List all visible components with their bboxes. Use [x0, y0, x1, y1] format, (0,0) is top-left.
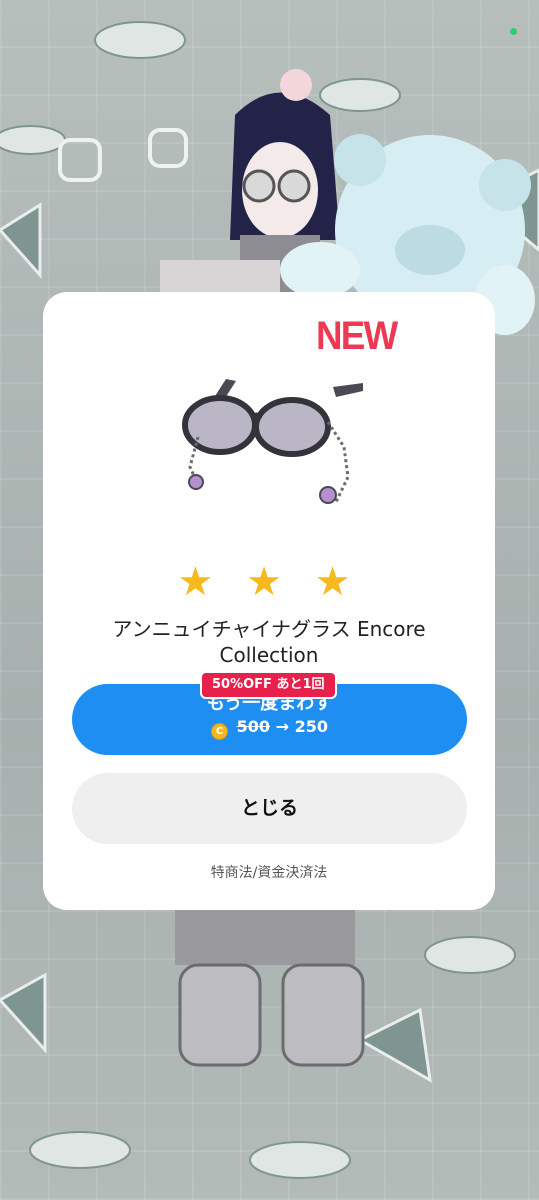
item-name: アンニュイチャイナグラス Encore Collection: [112, 617, 426, 667]
spin-price: C 500 → 250: [72, 716, 467, 740]
gacha-result-modal: NEW ★ ★ ★ アンニュイチャイナグラス Encore Collection…: [43, 292, 495, 910]
discount-badge: 50%OFF あと1回: [200, 671, 337, 699]
old-price: 500: [236, 717, 270, 736]
rarity-stars: ★ ★ ★: [43, 560, 495, 604]
new-price: 250: [294, 717, 328, 736]
knot-decoration-icon: [58, 128, 188, 182]
app-screen: NEW ★ ★ ★ アンニュイチャイナグラス Encore Collection…: [0, 0, 539, 1200]
status-indicator: [510, 28, 517, 35]
coin-icon: C: [211, 723, 229, 740]
sunglasses-icon: [182, 379, 363, 504]
legal-notice-link[interactable]: 特商法/資金決済法: [43, 862, 495, 882]
new-badge: NEW: [316, 314, 398, 358]
star-icon: ★: [177, 559, 224, 605]
star-icon: ★: [246, 559, 292, 605]
arrow-icon: →: [275, 717, 289, 736]
star-icon: ★: [314, 559, 361, 605]
close-button[interactable]: とじる: [72, 773, 467, 844]
